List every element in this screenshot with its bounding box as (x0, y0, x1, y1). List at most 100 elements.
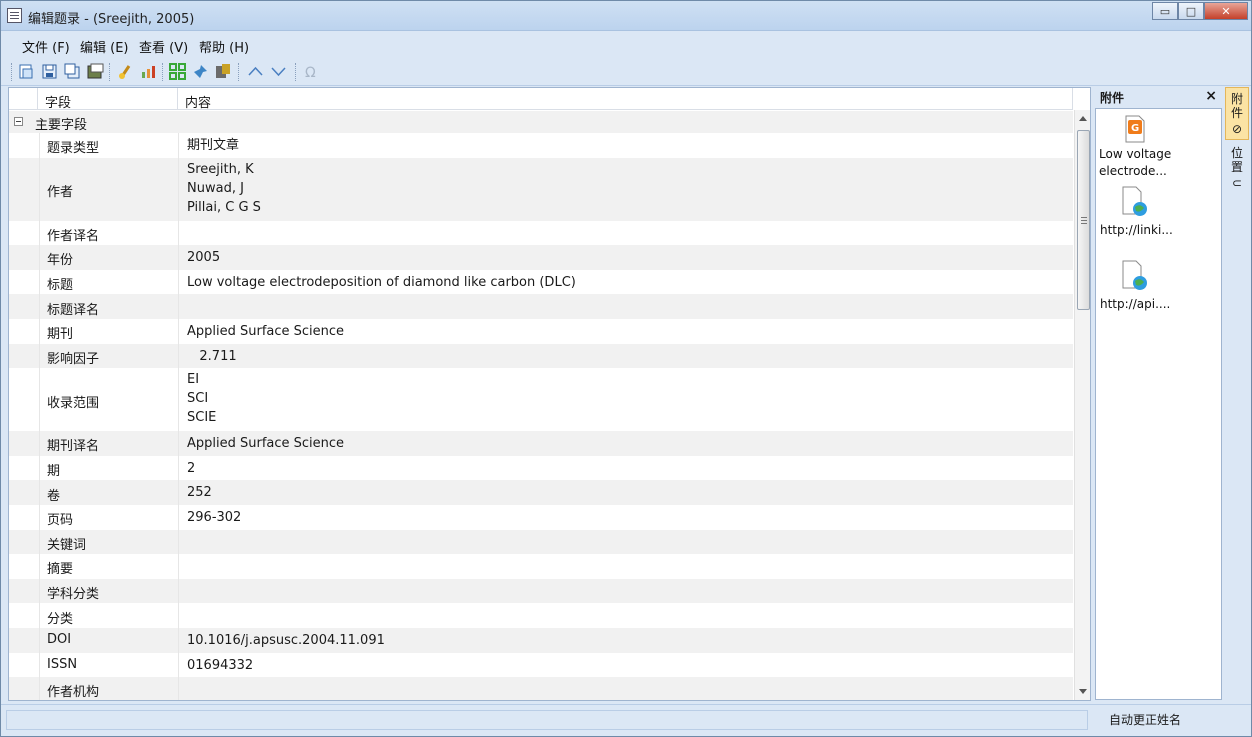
new-doc-icon[interactable] (18, 63, 35, 80)
attachments-header: 附件 × (1094, 87, 1222, 107)
attachment-label: Low voltage electrode... (1099, 147, 1172, 178)
table-row[interactable]: 分类 (9, 603, 1073, 628)
close-button[interactable]: ✕ (1204, 2, 1248, 20)
field-value[interactable]: 01694332 (187, 656, 253, 675)
field-value[interactable]: EI SCI SCIE (187, 370, 216, 427)
web-link-icon (1122, 260, 1147, 290)
table-row[interactable]: 页码 296-302 (9, 505, 1073, 530)
minimize-button[interactable]: ▭ (1152, 2, 1178, 20)
field-name: 分类 (47, 611, 74, 627)
field-name: 期刊译名 (47, 439, 100, 455)
table-row[interactable]: 作者译名 (9, 220, 1073, 246)
group-label: 主要字段 (35, 118, 88, 133)
location-icon: ⊂ (1231, 176, 1243, 190)
group-row[interactable]: 主要字段 (9, 111, 1073, 133)
web-link-icon (1122, 186, 1147, 216)
save-copy-icon[interactable] (64, 63, 81, 80)
field-value[interactable]: 2.711 (187, 347, 236, 366)
table-row[interactable]: 期刊译名 Applied Surface Science (9, 431, 1073, 456)
table-row[interactable]: 卷 252 (9, 480, 1073, 505)
export-icon[interactable] (87, 63, 104, 80)
table-row[interactable]: 作者机构 (9, 677, 1073, 700)
field-name: 关键词 (47, 537, 87, 553)
table-row[interactable]: 标题译名 (9, 294, 1073, 319)
maximize-icon: □ (1185, 4, 1197, 18)
table-row[interactable]: 期2 (9, 455, 1073, 481)
header-divider (1072, 88, 1073, 110)
attachment-item[interactable]: G Low voltage electrode... (1096, 115, 1221, 185)
column-divider (178, 455, 179, 481)
clean-icon[interactable] (117, 63, 134, 80)
column-header-field[interactable]: 字段 (45, 92, 71, 111)
field-name: 期 (47, 464, 61, 480)
scroll-down-icon[interactable] (1079, 689, 1087, 694)
column-divider (178, 480, 179, 505)
field-value[interactable]: 2 (187, 459, 195, 478)
menu-edit[interactable]: 编辑 (E) (80, 37, 129, 56)
table-row[interactable]: 作者 Sreejith, K Nuwad, J Pillai, C G S (9, 157, 1073, 221)
row-divider (39, 603, 40, 628)
column-divider (178, 294, 179, 319)
status-auto-correct-names[interactable]: 自动更正姓名 (1109, 711, 1181, 728)
column-divider (178, 677, 179, 700)
table-row[interactable]: 期刊 Applied Surface Science (9, 319, 1073, 344)
column-divider (178, 343, 179, 369)
table-row[interactable]: 标题 Low voltage electrodeposition of diamo… (9, 269, 1073, 295)
collapse-icon[interactable] (14, 117, 23, 126)
column-divider (178, 368, 179, 432)
chart-icon[interactable] (140, 63, 157, 80)
field-value[interactable]: 10.1016/j.apsusc.2004.11.091 (187, 631, 385, 650)
field-value[interactable]: Applied Surface Science (187, 322, 344, 341)
attachment-label: http://api.... (1100, 297, 1171, 311)
save-icon[interactable] (41, 63, 58, 80)
field-value[interactable]: Applied Surface Science (187, 434, 344, 453)
column-divider (178, 652, 179, 678)
table-row[interactable]: 题录类型 期刊文章 (9, 133, 1073, 158)
table-row[interactable]: DOI 10.1016/j.apsusc.2004.11.091 (9, 628, 1073, 653)
table-row[interactable]: 关键词 (9, 529, 1073, 555)
field-value[interactable]: 2005 (187, 248, 220, 267)
title-bar[interactable]: 编辑题录 - (Sreejith, 2005) ▭ □ ✕ (1, 1, 1251, 31)
field-value[interactable]: 296-302 (187, 508, 241, 527)
table-row[interactable]: 学科分类 (9, 578, 1073, 604)
grid-icon[interactable] (169, 63, 186, 80)
field-name: 标题 (47, 278, 74, 294)
field-value[interactable]: Low voltage electrodeposition of diamond… (187, 273, 576, 292)
column-divider (178, 505, 179, 530)
field-value[interactable]: 期刊文章 (187, 136, 239, 155)
field-value[interactable]: Sreejith, K Nuwad, J Pillai, C G S (187, 160, 261, 217)
row-divider (39, 628, 40, 653)
close-icon[interactable]: × (1205, 88, 1217, 104)
row-divider (39, 319, 40, 344)
field-value[interactable]: 252 (187, 483, 212, 502)
table-row[interactable]: ISSN 01694332 (9, 652, 1073, 678)
app-icon (7, 8, 22, 23)
toolbar-separator (11, 63, 12, 81)
scroll-thumb[interactable] (1077, 130, 1090, 310)
menu-file[interactable]: 文件 (F) (22, 37, 70, 56)
maximize-button[interactable]: □ (1178, 2, 1204, 20)
tab-attachments[interactable]: 附件 ⊘ (1225, 87, 1249, 140)
minimize-icon: ▭ (1159, 4, 1171, 18)
column-divider (178, 220, 179, 246)
menu-help[interactable]: 帮助 (H) (199, 37, 249, 56)
move-up-icon[interactable] (247, 63, 264, 80)
tab-location[interactable]: 位置 ⊂ (1225, 142, 1249, 192)
vertical-scrollbar[interactable] (1074, 110, 1090, 700)
field-name: 作者译名 (47, 228, 100, 244)
row-divider (39, 133, 40, 158)
column-header-content[interactable]: 内容 (185, 92, 211, 111)
omega-icon[interactable]: Ω (303, 63, 320, 80)
pin-icon[interactable] (192, 63, 209, 80)
table-row[interactable]: 摘要 (9, 554, 1073, 579)
book-icon[interactable] (214, 63, 231, 80)
move-down-icon[interactable] (270, 63, 287, 80)
attachment-item[interactable]: http://linki... (1096, 186, 1221, 244)
menu-view[interactable]: 查看 (V) (139, 37, 188, 56)
table-row[interactable]: 影响因子 2.711 (9, 343, 1073, 369)
table-row[interactable]: 年份 2005 (9, 245, 1073, 270)
attachment-item[interactable]: http://api.... (1096, 260, 1221, 318)
table-row[interactable]: 收录范围 EI SCI SCIE (9, 368, 1073, 432)
close-icon: ✕ (1221, 4, 1231, 18)
scroll-up-icon[interactable] (1079, 116, 1087, 121)
